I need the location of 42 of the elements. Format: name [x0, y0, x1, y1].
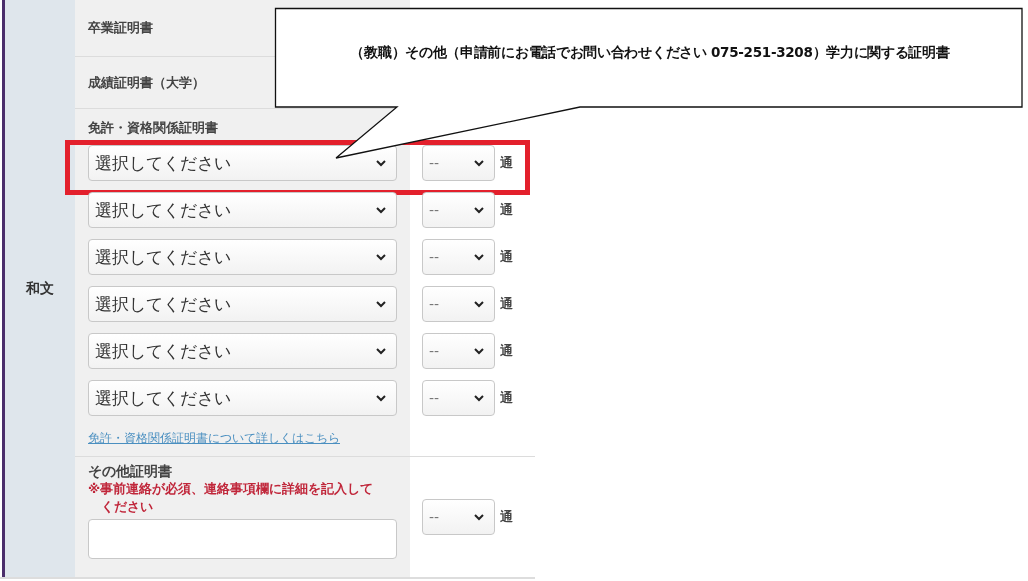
count-dropdown[interactable]: -- [422, 286, 495, 322]
certificate-dropdown[interactable]: 選択してください [88, 333, 397, 369]
chevron-icon [376, 347, 386, 355]
certificate-dropdown[interactable]: 選択してください [88, 145, 397, 181]
chevron-icon [474, 394, 484, 402]
unit-label: 通 [500, 508, 513, 526]
chevron-icon [474, 300, 484, 308]
section-label: 和文 [26, 279, 54, 298]
chevron-icon [376, 394, 386, 402]
text-field[interactable] [88, 519, 397, 559]
count-dropdown[interactable]: -- [422, 145, 495, 181]
certificate-dropdown[interactable]: 選択してください [88, 192, 397, 228]
field-label: 成績証明書（大学） [88, 73, 205, 92]
unit-label: 通 [500, 295, 513, 313]
unit-label: 通 [500, 248, 513, 266]
chevron-icon [474, 513, 484, 521]
unit-label: 通 [500, 342, 513, 360]
unit-label: 通 [500, 389, 513, 407]
unit-label: 通 [500, 201, 513, 219]
certificate-dropdown[interactable]: 選択してください [88, 380, 397, 416]
chevron-icon [376, 206, 386, 214]
certificate-dropdown[interactable]: 選択してください [88, 286, 397, 322]
chevron-icon [474, 347, 484, 355]
chevron-icon [474, 159, 484, 167]
chevron-icon [474, 253, 484, 261]
count-dropdown[interactable]: -- [422, 192, 495, 228]
count-dropdown[interactable]: -- [422, 333, 495, 369]
count-dropdown[interactable]: -- [422, 239, 495, 275]
unit-label: 通 [500, 154, 513, 172]
field-label: その他証明書 [88, 463, 173, 480]
field-label: 卒業証明書 [88, 19, 153, 37]
warning-note: ※事前連絡が必須、連絡事項欄に詳細を記入してください [88, 480, 375, 516]
count-dropdown[interactable]: -- [422, 499, 495, 535]
count-dropdown[interactable]: -- [422, 380, 495, 416]
details-link[interactable]: 免許・資格関係証明書について詳しくはこちら [88, 431, 340, 446]
field-label: 免許・資格関係証明書 [87, 119, 219, 137]
callout-text: （教職）その他（申請前にお電話でお問い合わせください 075-251-3208）学力に関する証明書 [349, 44, 951, 62]
chevron-icon [376, 159, 386, 167]
chevron-icon [376, 253, 386, 261]
chevron-icon [474, 206, 484, 214]
certificate-dropdown[interactable]: 選択してください [88, 239, 397, 275]
chevron-icon [376, 300, 386, 308]
